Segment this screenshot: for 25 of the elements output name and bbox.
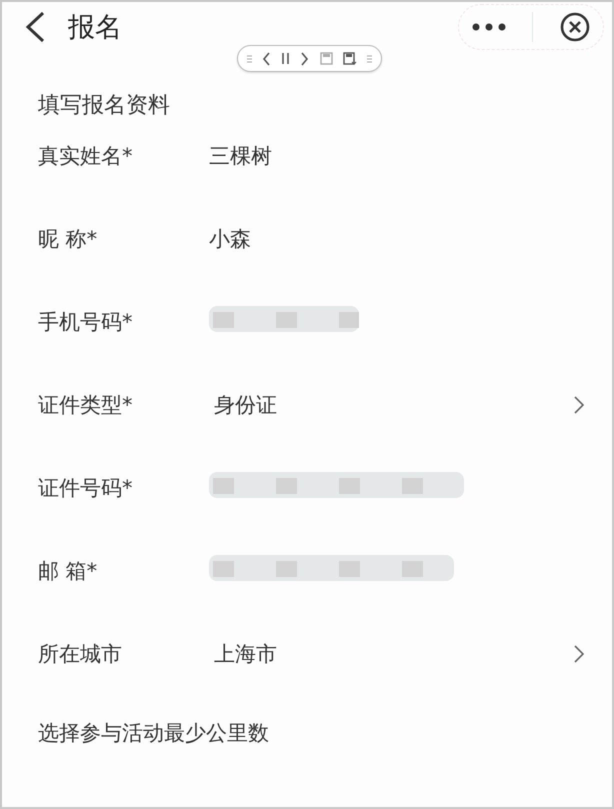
close-icon[interactable] bbox=[560, 12, 590, 42]
page-title: 报名 bbox=[68, 11, 122, 45]
field-value[interactable]: 小森 bbox=[209, 226, 251, 250]
more-icon[interactable] bbox=[472, 23, 506, 31]
pause-icon[interactable] bbox=[281, 52, 290, 65]
field-label: 证件号码* bbox=[38, 474, 134, 502]
drag-handle-icon[interactable] bbox=[366, 54, 372, 62]
chevron-right-icon[interactable] bbox=[574, 396, 584, 414]
field-value[interactable]: 身份证 bbox=[214, 392, 277, 416]
previous-icon[interactable] bbox=[262, 52, 272, 66]
field-label: 邮 箱* bbox=[38, 558, 98, 584]
chevron-right-icon[interactable] bbox=[574, 644, 584, 662]
field-value[interactable]: 三棵树 bbox=[209, 144, 272, 168]
section-title: 填写报名资料 bbox=[38, 93, 170, 118]
field-label: 选择参与活动最少公里数 bbox=[38, 720, 269, 747]
field-label: 真实姓名* bbox=[38, 142, 134, 170]
drag-handle-icon[interactable] bbox=[247, 54, 252, 62]
field-label: 所在城市 bbox=[38, 640, 123, 668]
field-value[interactable]: 上海市 bbox=[214, 642, 277, 666]
back-icon[interactable] bbox=[24, 11, 46, 43]
field-label: 手机号码* bbox=[38, 308, 134, 336]
field-label: 昵 称* bbox=[38, 226, 98, 252]
save-as-icon[interactable] bbox=[342, 52, 357, 65]
next-icon[interactable] bbox=[300, 52, 310, 66]
field-label: 证件类型* bbox=[38, 392, 134, 418]
